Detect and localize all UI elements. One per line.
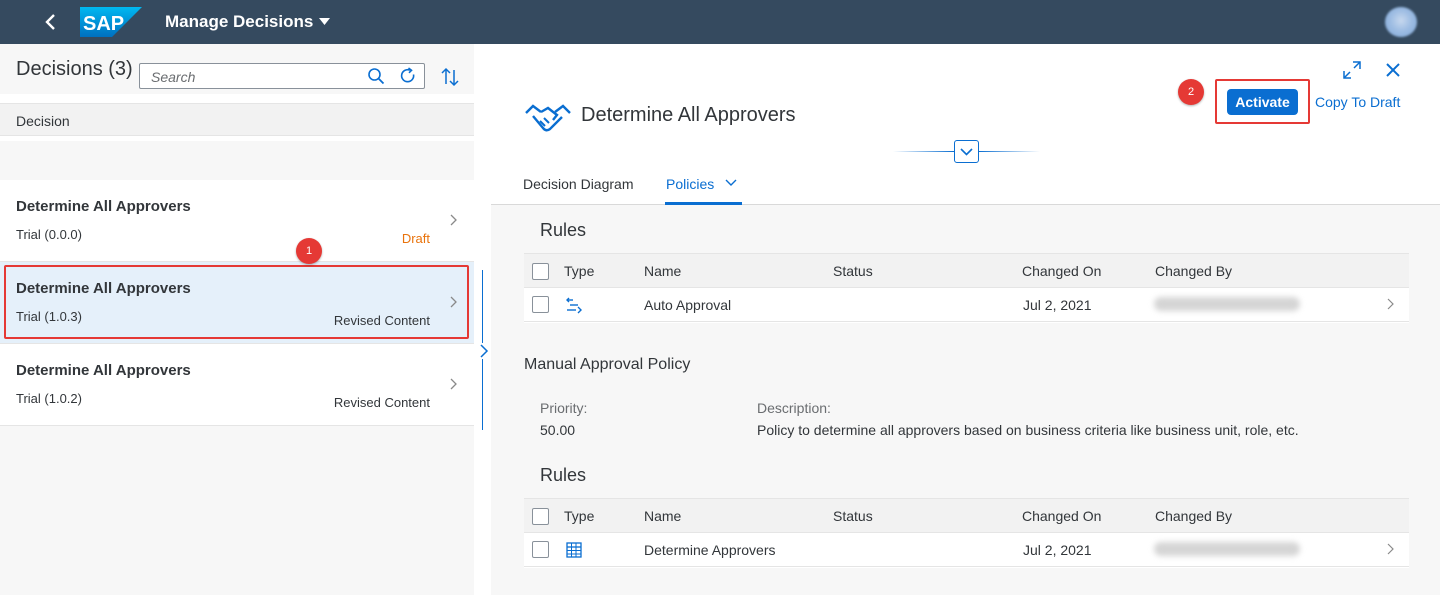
chevron-right-icon [450, 378, 457, 390]
table-header: Type Name Status Changed On Changed By [524, 253, 1409, 288]
list-item-title: Determine All Approvers [16, 280, 191, 297]
select-all-checkbox[interactable] [532, 263, 549, 280]
tab-decision-diagram[interactable]: Decision Diagram [523, 176, 633, 192]
pane-splitter[interactable] [474, 44, 491, 595]
search-placeholder: Search [151, 69, 196, 85]
master-title: Decisions (3) [16, 58, 133, 80]
column-header-changed-by: Changed By [1155, 508, 1233, 524]
rules-section-title: Rules [540, 465, 587, 485]
chevron-right-icon [450, 296, 457, 308]
collapse-header-button[interactable] [954, 140, 979, 163]
column-header-changed-on: Changed On [1022, 508, 1102, 524]
rules-section-title: Rules [540, 220, 587, 240]
copy-to-draft-link[interactable]: Copy To Draft [1315, 94, 1400, 110]
list-item-version: Trial (0.0.0) [16, 227, 82, 242]
header-divider-left [893, 151, 954, 152]
list-item-version: Trial (1.0.3) [16, 309, 82, 324]
text-rule-icon [566, 297, 582, 314]
list-column-header: Decision [0, 103, 474, 136]
description-label: Description: [757, 400, 831, 416]
row-changed-by-redacted [1154, 297, 1300, 311]
row-changed-by-redacted [1154, 542, 1300, 556]
object-title: Determine All Approvers [581, 104, 796, 126]
back-arrow-icon[interactable] [40, 11, 62, 33]
column-header-type: Type [564, 508, 595, 524]
select-all-checkbox[interactable] [532, 508, 549, 525]
row-checkbox[interactable] [532, 296, 549, 313]
table-header: Type Name Status Changed On Changed By [524, 498, 1409, 533]
row-changed-on: Jul 2, 2021 [1023, 297, 1092, 313]
description-value: Policy to determine all approvers based … [757, 422, 1299, 438]
fullscreen-icon[interactable] [1342, 60, 1362, 80]
list-item-status: Revised Content [333, 395, 430, 410]
activate-button[interactable]: Activate [1227, 89, 1298, 115]
chevron-right-icon [450, 214, 457, 226]
column-header-status: Status [833, 508, 873, 524]
decision-table-icon [566, 542, 582, 558]
table-row[interactable]: Auto Approval Jul 2, 2021 [524, 288, 1409, 322]
chevron-down-icon[interactable] [725, 179, 737, 187]
list-item-selected[interactable]: Determine All Approvers Trial (1.0.3) Re… [0, 262, 474, 344]
row-checkbox[interactable] [532, 541, 549, 558]
sap-logo: SAP [80, 7, 142, 37]
policy-name: Manual Approval Policy [524, 356, 691, 373]
column-header-name: Name [644, 508, 682, 524]
caret-down-icon [319, 18, 331, 25]
list-item-title: Determine All Approvers [16, 198, 191, 215]
row-changed-on: Jul 2, 2021 [1023, 542, 1092, 558]
rules-table: Type Name Status Changed On Changed By A… [524, 253, 1409, 323]
refresh-icon[interactable] [399, 67, 417, 85]
row-name: Auto Approval [644, 297, 732, 313]
handshake-icon [525, 104, 571, 132]
list-item-status: Draft [401, 231, 430, 246]
tab-policies[interactable]: Policies [666, 176, 714, 192]
chevron-down-icon [960, 148, 973, 156]
column-header-changed-on: Changed On [1022, 263, 1102, 279]
step-badge-1: 1 [296, 238, 322, 264]
sort-icon[interactable] [440, 67, 460, 87]
rules-table: Type Name Status Changed On Changed By D… [524, 498, 1409, 568]
splitter-arrow-icon[interactable] [477, 343, 489, 359]
user-avatar[interactable] [1385, 7, 1417, 37]
column-header-changed-by: Changed By [1155, 263, 1233, 279]
tab-bar: Decision Diagram Policies [491, 162, 1440, 205]
column-header-status: Status [833, 263, 873, 279]
chevron-right-icon [1387, 298, 1394, 310]
sap-logo-text: SAP [83, 13, 124, 35]
list-item-version: Trial (1.0.2) [16, 391, 82, 406]
table-row[interactable]: Determine Approvers Jul 2, 2021 [524, 533, 1409, 567]
list-column-label: Decision [16, 113, 70, 129]
column-header-name: Name [644, 263, 682, 279]
close-icon[interactable] [1384, 61, 1402, 79]
shell-bar: SAP Manage Decisions [0, 0, 1440, 44]
chevron-right-icon [1387, 543, 1394, 555]
row-name: Determine Approvers [644, 542, 776, 558]
list-item[interactable]: Determine All Approvers Trial (0.0.0) Dr… [0, 180, 474, 262]
step-badge-2: 2 [1178, 79, 1204, 105]
search-icon[interactable] [367, 67, 385, 85]
app-title-menu[interactable]: Manage Decisions [165, 12, 331, 32]
list-item-title: Determine All Approvers [16, 362, 191, 379]
app-title: Manage Decisions [165, 12, 314, 31]
priority-label: Priority: [540, 400, 588, 416]
list-item-status: Revised Content [333, 313, 430, 328]
header-divider-right [979, 151, 1040, 152]
priority-value: 50.00 [540, 422, 576, 438]
list-item[interactable]: Determine All Approvers Trial (1.0.2) Re… [0, 344, 474, 426]
search-field[interactable]: Search [139, 63, 425, 89]
column-header-type: Type [564, 263, 595, 279]
